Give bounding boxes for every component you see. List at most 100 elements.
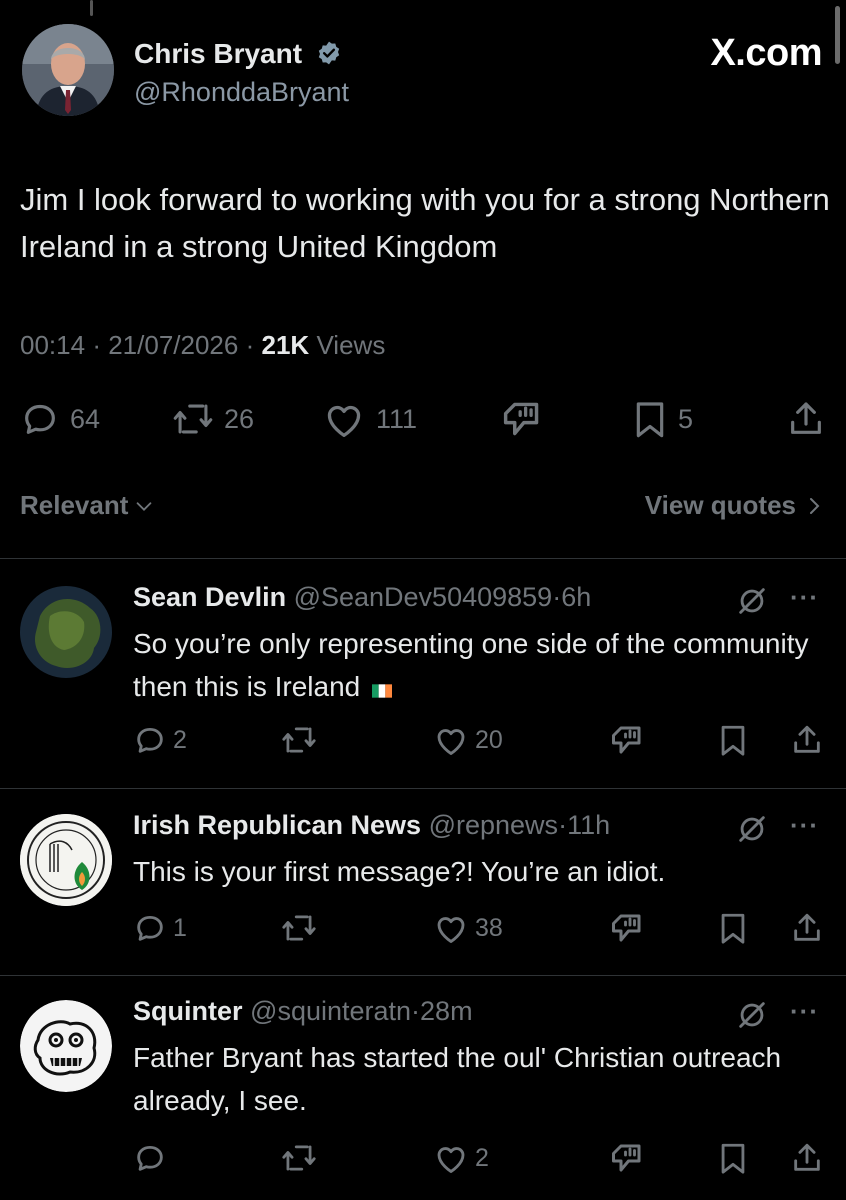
divider [0,558,846,559]
heart-icon [437,917,465,943]
more-options-button[interactable]: ··· [790,582,819,613]
views-label: Views [316,330,386,360]
like-count: 38 [475,913,503,942]
bookmark-icon [721,725,745,756]
divider [0,975,846,976]
reply-text: Father Bryant has started the oul' Chris… [133,1042,782,1116]
grok-analytics-button[interactable] [609,908,645,948]
grok-slash-icon [739,1002,765,1028]
reply-time: 6h [561,582,592,612]
reply-icon [25,404,55,434]
bookmark-button[interactable] [718,1138,748,1178]
share-icon [794,1143,820,1171]
heart-icon [327,405,361,437]
share-button[interactable] [786,395,826,443]
grok-slash-icon [739,588,765,614]
view-quotes-label: View quotes [644,490,796,520]
sort-relevant-dropdown[interactable]: Relevant [20,490,156,521]
like-button[interactable]: 2 [433,1138,489,1178]
reply-author-handle[interactable]: @repnews [429,810,558,840]
reply-header: Squinter @squinteratn·28m [133,996,473,1027]
more-options-button[interactable]: ··· [790,996,819,1027]
reply-text-content: So you’re only representing one side of … [133,628,809,702]
grok-analytics-button[interactable] [609,1138,645,1178]
grok-explain-button[interactable] [735,812,769,851]
repost-button[interactable] [281,720,317,760]
meta-separator: · [245,330,255,360]
share-icon [794,913,820,941]
grok-explain-button[interactable] [735,998,769,1037]
like-button[interactable]: 111 [322,395,417,443]
tweet-author-row: Chris Bryant @RhonddaBryant X.com [22,24,822,124]
grok-analytics-button[interactable] [609,720,645,760]
more-options-button[interactable]: ··· [790,810,819,841]
bookmark-button[interactable]: 5 [632,395,693,443]
grok-analytics-button[interactable] [500,395,544,443]
reply-item[interactable]: Squinter @squinteratn·28m ··· Father Bry… [0,996,846,1196]
tweet-time: 00:14 [20,330,86,360]
like-count: 20 [475,725,503,754]
reply-item[interactable]: Irish Republican News @repnews·11h ··· T… [0,810,846,970]
views-count[interactable]: 21K [262,330,310,360]
reply-author-handle[interactable]: @SeanDev50409859 [294,582,553,612]
like-count: 2 [475,1143,489,1172]
meta-separator: · [92,330,101,360]
author-handle[interactable]: @RhonddaBryant [134,77,349,108]
tweet-actions: 64 26 111 5 [20,395,826,443]
share-button[interactable] [790,720,824,760]
view-quotes-link[interactable]: View quotes [645,490,826,521]
reply-button[interactable]: 2 [133,720,187,760]
repost-button[interactable] [281,908,317,948]
share-icon [791,402,821,434]
share-button[interactable] [790,1138,824,1178]
replies-sort-row: Relevant View quotes [20,490,826,530]
repost-icon [282,1145,316,1171]
thread-connector-line [90,0,93,16]
repost-icon [282,727,316,753]
reply-button[interactable]: 64 [20,395,100,443]
reply-avatar[interactable] [20,586,112,678]
repost-icon [173,404,213,434]
heart-icon [437,1147,465,1173]
author-name[interactable]: Chris Bryant [134,38,342,73]
reply-button[interactable] [133,1138,167,1178]
reply-avatar[interactable] [20,1000,112,1092]
reply-icon [137,1145,163,1171]
reply-header: Sean Devlin @SeanDev50409859·6h [133,582,591,613]
share-icon [794,725,820,753]
grok-icon [612,1144,641,1172]
bookmark-icon [721,1143,745,1174]
divider [0,788,846,789]
reply-actions: 2 20 [133,720,826,760]
reply-avatar[interactable] [20,814,112,906]
repost-button[interactable]: 26 [172,395,254,443]
reply-actions: 2 [133,1138,826,1178]
grok-explain-button[interactable] [735,584,769,623]
scrollbar[interactable] [835,6,840,64]
reply-text: So you’re only representing one side of … [133,622,823,708]
share-button[interactable] [790,908,824,948]
reply-actions: 1 38 [133,908,826,948]
reply-author-name[interactable]: Squinter [133,996,243,1026]
bookmark-button[interactable] [718,908,748,948]
like-button[interactable]: 38 [433,908,503,948]
tweet-text: Jim I look forward to working with you f… [20,182,830,264]
repost-count: 26 [224,403,255,434]
grok-icon [612,726,641,754]
reply-author-handle[interactable]: @squinteratn [250,996,411,1026]
reply-author-name[interactable]: Sean Devlin [133,582,286,612]
reply-count: 2 [173,725,187,754]
reply-author-name[interactable]: Irish Republican News [133,810,421,840]
repost-button[interactable] [281,1138,317,1178]
reply-item[interactable]: Sean Devlin @SeanDev50409859·6h ··· So y… [0,582,846,782]
like-button[interactable]: 20 [433,720,503,760]
chevron-right-icon [810,497,820,514]
grok-slash-icon [739,816,765,842]
grok-icon [612,914,641,942]
author-avatar[interactable] [22,24,114,116]
bookmark-button[interactable] [718,720,748,760]
chevron-down-icon [137,501,152,511]
reply-button[interactable]: 1 [133,908,187,948]
reply-header: Irish Republican News @repnews·11h [133,810,610,841]
reply-count: 1 [173,913,187,942]
